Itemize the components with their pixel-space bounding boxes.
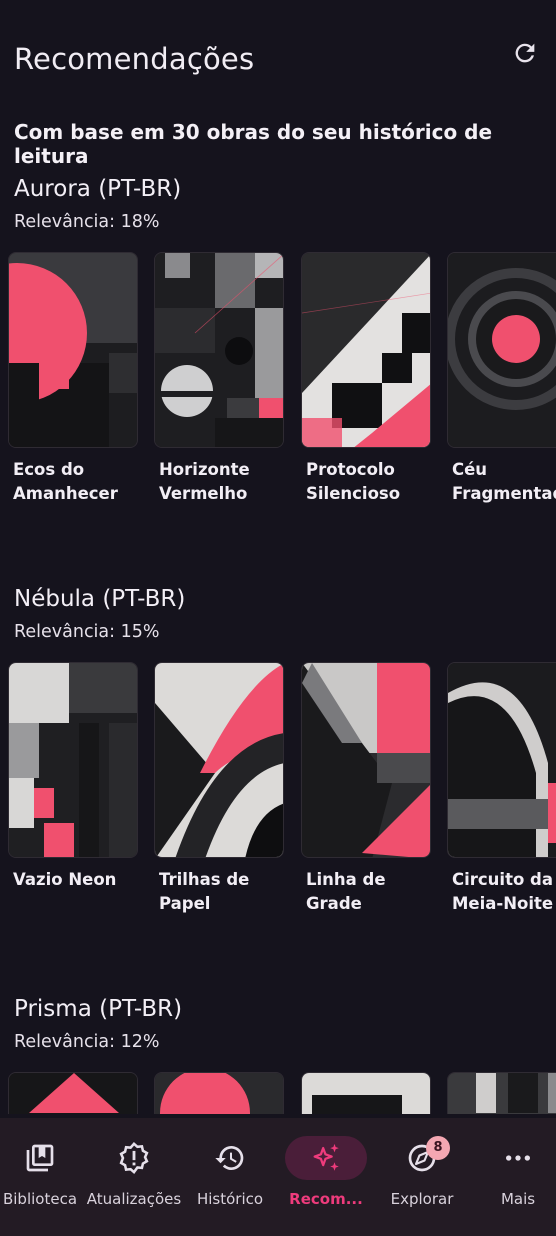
book-cover: [154, 252, 284, 448]
library-icon: [26, 1144, 54, 1172]
book-carousel[interactable]: Vazio Neon Trilhas de Papel Linha de Gra…: [0, 662, 556, 922]
nav-label: Histórico: [196, 1190, 264, 1208]
nav-label: Recom...: [289, 1190, 363, 1208]
alert-badge-icon: [119, 1142, 149, 1175]
book-cover: [154, 1072, 284, 1114]
book-carousel[interactable]: Ecos do Amanhecer Horizonte Vermelho Pro…: [0, 252, 556, 512]
book-carousel[interactable]: [0, 1072, 556, 1114]
nav-item-atualizacoes[interactable]: Atualizações: [86, 1118, 182, 1236]
book-title: Vazio Neon: [13, 870, 117, 889]
nav-label: Mais: [500, 1190, 536, 1208]
book-cover: [8, 252, 138, 448]
more-dots-icon: [506, 1155, 530, 1161]
book-cover: [301, 662, 431, 858]
nav-item-explorar[interactable]: 8 Explorar: [374, 1118, 470, 1236]
section-relevance: Relevância: 18%: [14, 212, 160, 232]
book-title: Protocolo Silencioso: [306, 460, 401, 503]
page-title: Recomendações: [14, 42, 255, 76]
book-title: Horizonte Vermelho: [159, 460, 250, 503]
refresh-icon: [515, 43, 535, 63]
book-title: Trilhas de Papel: [159, 870, 250, 913]
book-cover: [8, 662, 138, 858]
book-title: Linha de Grade: [306, 870, 386, 913]
nav-label: Atualizações: [86, 1190, 182, 1208]
section-source-title: Prisma (PT-BR): [14, 996, 183, 1022]
refresh-button[interactable]: [508, 36, 542, 70]
book-title: Ecos do Amanhecer: [13, 460, 118, 503]
section-source-title: Aurora (PT-BR): [14, 176, 182, 202]
book-cover: [8, 1072, 138, 1114]
book-cover: [301, 252, 431, 448]
nav-item-recomendacoes[interactable]: Recom...: [278, 1118, 374, 1236]
nav-label: Biblioteca: [2, 1190, 78, 1208]
book-title: Circuito da Meia-Noite: [452, 870, 554, 913]
app-header: Recomendações: [0, 0, 556, 110]
nav-item-historico[interactable]: Histórico: [182, 1118, 278, 1236]
nav-item-mais[interactable]: Mais: [470, 1118, 556, 1236]
book-cover: [447, 252, 556, 448]
nav-label: Explorar: [390, 1190, 454, 1208]
nav-item-biblioteca[interactable]: Biblioteca: [0, 1118, 88, 1236]
book-title: Céu Fragmentado: [452, 460, 556, 503]
section-relevance: Relevância: 12%: [14, 1032, 160, 1052]
notification-badge: 8: [426, 1136, 450, 1160]
recommendation-basis: Com base em 30 obras do seu histórico de…: [14, 120, 493, 168]
book-cover: [301, 1072, 431, 1114]
book-cover: [447, 662, 556, 858]
section-relevance: Relevância: 15%: [14, 622, 160, 642]
section-source-title: Nébula (PT-BR): [14, 586, 186, 612]
bottom-navigation: Biblioteca Atualizações Histórico Recom.…: [0, 1118, 556, 1236]
history-icon: [215, 1146, 244, 1170]
sparkles-icon: [313, 1143, 339, 1171]
book-cover: [447, 1072, 556, 1114]
book-cover: [154, 662, 284, 858]
